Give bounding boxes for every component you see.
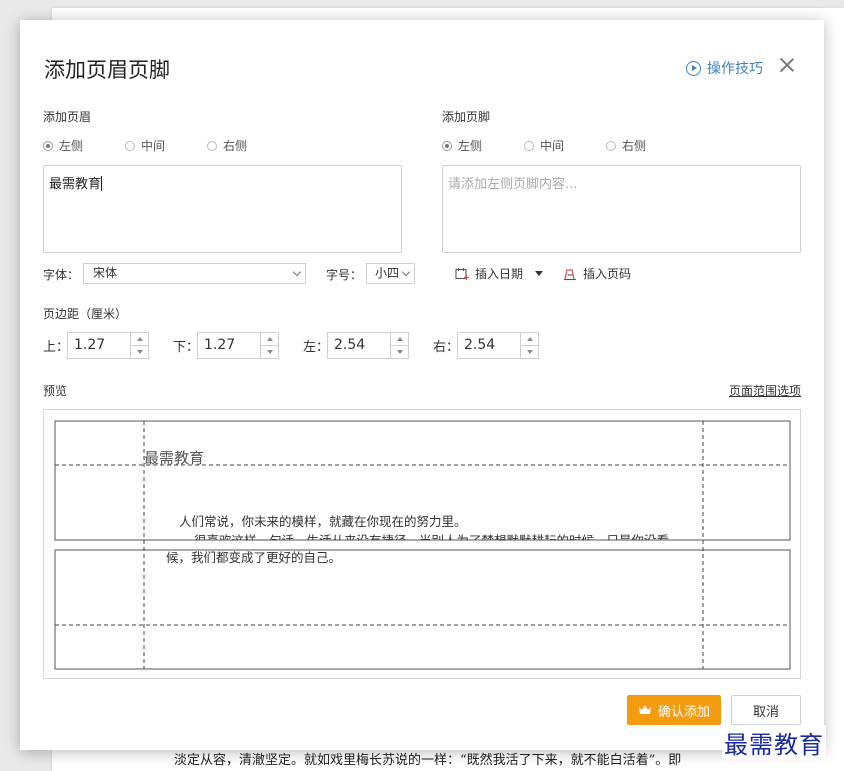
decrement-icon[interactable] bbox=[131, 346, 148, 358]
margin-bottom-label: 下： bbox=[173, 340, 200, 355]
radio-checked-icon bbox=[442, 140, 452, 151]
margin-right-value[interactable]: 2.54 bbox=[458, 333, 521, 358]
tips-label: 操作技巧 bbox=[707, 61, 763, 77]
insert-page-number-button[interactable]: 插入页码 bbox=[563, 265, 631, 282]
radio-label: 左侧 bbox=[59, 139, 84, 153]
confirm-add-button[interactable]: 确认添加 bbox=[627, 695, 721, 725]
preview-line-3: 候，我们都变成了更好的自己。 bbox=[166, 550, 342, 565]
margin-left-stepper[interactable]: 2.54 bbox=[327, 332, 409, 359]
preview-label: 预览 bbox=[43, 384, 68, 398]
chevron-down-icon bbox=[401, 267, 411, 277]
insert-page-label: 插入页码 bbox=[583, 267, 632, 281]
size-select-value: 小四 bbox=[375, 266, 400, 280]
crown-icon bbox=[638, 705, 651, 714]
header-content-text: 最需教育 bbox=[49, 177, 102, 192]
radio-icon bbox=[606, 140, 616, 151]
footer-content-input[interactable]: 请添加左侧页脚内容... bbox=[442, 165, 801, 253]
calendar-icon bbox=[455, 267, 469, 280]
confirm-add-label: 确认添加 bbox=[657, 704, 710, 720]
footer-section-label: 添加页脚 bbox=[442, 110, 491, 124]
radio-label: 左侧 bbox=[458, 139, 483, 153]
preview-line-1: 人们常说，你未来的模样，就藏在你现在的努力里。 bbox=[179, 514, 467, 529]
radio-label: 右侧 bbox=[622, 139, 647, 153]
font-select[interactable]: 宋体 bbox=[83, 263, 306, 284]
margin-bottom-value[interactable]: 1.27 bbox=[198, 333, 261, 358]
radio-icon bbox=[207, 140, 217, 151]
header-radio-left[interactable]: 左侧 bbox=[43, 137, 125, 154]
preview-area: 最需教育 人们常说，你未来的模样，就藏在你现在的努力里。 很喜欢这样一句话，生活… bbox=[43, 409, 801, 679]
footer-radio-left[interactable]: 左侧 bbox=[442, 137, 524, 154]
margin-top-stepper[interactable]: 1.27 bbox=[67, 332, 149, 359]
margin-right-label: 右： bbox=[433, 340, 460, 355]
radio-label: 中间 bbox=[141, 139, 166, 153]
footer-position-radios: 左侧 中间 右侧 bbox=[442, 137, 688, 154]
preview-clip: 很喜欢这样一句话，生活从来没有捷径，当别人为了梦想默默耕耘的时候，只是你没看 bbox=[44, 530, 800, 540]
margin-top-value[interactable]: 1.27 bbox=[68, 333, 131, 358]
margin-left-label: 左： bbox=[303, 340, 330, 355]
preview-header-text: 最需教育 bbox=[144, 449, 205, 467]
decrement-icon[interactable] bbox=[521, 346, 538, 358]
page-range-options-link[interactable]: 页面范围选项 bbox=[729, 382, 801, 399]
radio-checked-icon bbox=[43, 140, 53, 151]
increment-icon[interactable] bbox=[521, 333, 538, 346]
decrement-icon[interactable] bbox=[261, 346, 278, 358]
radio-label: 中间 bbox=[540, 139, 565, 153]
size-label: 字号： bbox=[326, 268, 363, 282]
increment-icon[interactable] bbox=[391, 333, 408, 346]
watermark: 最需教育 bbox=[722, 725, 826, 760]
radio-icon bbox=[524, 140, 534, 151]
increment-icon[interactable] bbox=[261, 333, 278, 346]
margin-right: 右： 2.54 bbox=[433, 332, 539, 359]
increment-icon[interactable] bbox=[131, 333, 148, 346]
margin-right-stepper[interactable]: 2.54 bbox=[457, 332, 539, 359]
footer-placeholder: 请添加左侧页脚内容... bbox=[448, 177, 578, 192]
header-content-input[interactable]: 最需教育 bbox=[43, 165, 402, 253]
footer-radio-right[interactable]: 右侧 bbox=[606, 137, 688, 154]
page-number-icon bbox=[564, 268, 576, 280]
chevron-down-icon bbox=[292, 267, 302, 277]
margin-bottom-stepper[interactable]: 1.27 bbox=[197, 332, 279, 359]
margin-top: 上： 1.27 bbox=[43, 332, 149, 359]
margins-label: 页边距（厘米） bbox=[43, 307, 128, 321]
header-radio-right[interactable]: 右侧 bbox=[207, 137, 289, 154]
decrement-icon[interactable] bbox=[391, 346, 408, 358]
size-select[interactable]: 小四 bbox=[366, 263, 415, 284]
footer-radio-center[interactable]: 中间 bbox=[524, 137, 606, 154]
margin-left: 左： 2.54 bbox=[303, 332, 409, 359]
preview-line-2: 很喜欢这样一句话，生活从来没有捷径，当别人为了梦想默默耕耘的时候，只是你没看 bbox=[194, 530, 669, 540]
header-position-radios: 左侧 中间 右侧 bbox=[43, 137, 289, 154]
caret-down-icon bbox=[535, 271, 544, 276]
text-caret bbox=[101, 176, 103, 191]
font-label: 字体： bbox=[43, 268, 80, 282]
insert-date-label: 插入日期 bbox=[475, 267, 524, 281]
dialog-title: 添加页眉页脚 bbox=[44, 58, 170, 82]
header-section-label: 添加页眉 bbox=[43, 110, 92, 124]
play-circle-icon bbox=[686, 60, 701, 76]
close-icon[interactable] bbox=[778, 56, 796, 74]
radio-icon bbox=[125, 140, 135, 151]
insert-date-button[interactable]: 插入日期 bbox=[455, 265, 544, 282]
header-footer-dialog: 添加页眉页脚 操作技巧 添加页眉 左侧 中间 右侧 最需教育 添加页脚 左侧 中 bbox=[20, 20, 824, 750]
font-select-value: 宋体 bbox=[93, 266, 118, 280]
margin-left-value[interactable]: 2.54 bbox=[328, 333, 391, 358]
tips-link[interactable]: 操作技巧 bbox=[686, 58, 763, 78]
margin-top-label: 上： bbox=[43, 340, 70, 355]
cancel-button[interactable]: 取消 bbox=[731, 695, 801, 725]
margin-bottom: 下： 1.27 bbox=[173, 332, 279, 359]
header-radio-center[interactable]: 中间 bbox=[125, 137, 207, 154]
radio-label: 右侧 bbox=[223, 139, 248, 153]
